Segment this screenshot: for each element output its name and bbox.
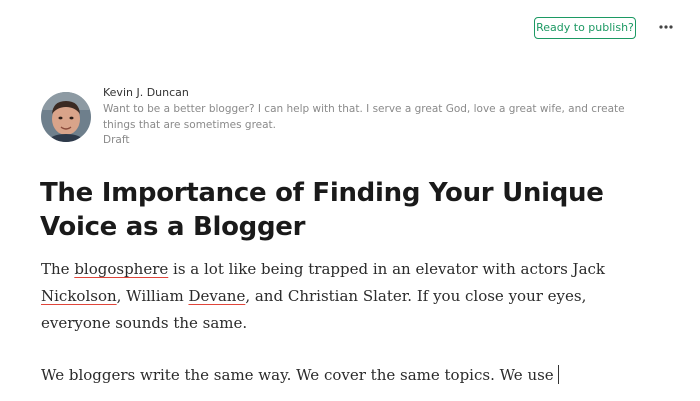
text-run: , and Christian Slater. If you close you… [245, 287, 587, 305]
author-bio-line-2: things that are sometimes great. [103, 119, 277, 131]
ready-to-publish-button[interactable]: Ready to publish? [534, 17, 636, 39]
author-bio: Want to be a better blogger? I can help … [103, 101, 663, 133]
misspelled-word: blogosphere [74, 260, 169, 278]
text-run: everyone sounds the same. [41, 314, 248, 332]
text-run: , William [116, 287, 189, 305]
more-options-button[interactable] [654, 16, 678, 38]
post-title-line-2: Voice as a Blogger [40, 212, 306, 242]
author-bio-line-1: Want to be a better blogger? I can help … [103, 103, 625, 115]
author-meta: Kevin J. Duncan Want to be a better blog… [103, 86, 663, 147]
text-run: We bloggers write the same way. We cover… [41, 366, 554, 384]
avatar[interactable] [41, 92, 91, 142]
post-status: Draft [103, 134, 130, 146]
misspelled-word: Nickolson [41, 287, 117, 305]
editor-top-bar: Ready to publish? [0, 0, 700, 56]
misspelled-word: Devane [188, 287, 246, 305]
text-run: The [41, 260, 75, 278]
text-run: is a lot like being trapped in an elevat… [168, 260, 606, 278]
post-title-line-1: The Importance of Finding Your Unique [40, 178, 604, 208]
author-name[interactable]: Kevin J. Duncan [103, 86, 663, 100]
text-cursor [557, 365, 559, 384]
ellipsis-icon [659, 25, 673, 29]
body-paragraph-2[interactable]: We bloggers write the same way. We cover… [41, 362, 661, 389]
post-title[interactable]: The Importance of Finding Your Unique Vo… [40, 176, 640, 244]
body-paragraph-1[interactable]: The blogosphere is a lot like being trap… [41, 256, 661, 337]
avatar-image [41, 92, 91, 142]
